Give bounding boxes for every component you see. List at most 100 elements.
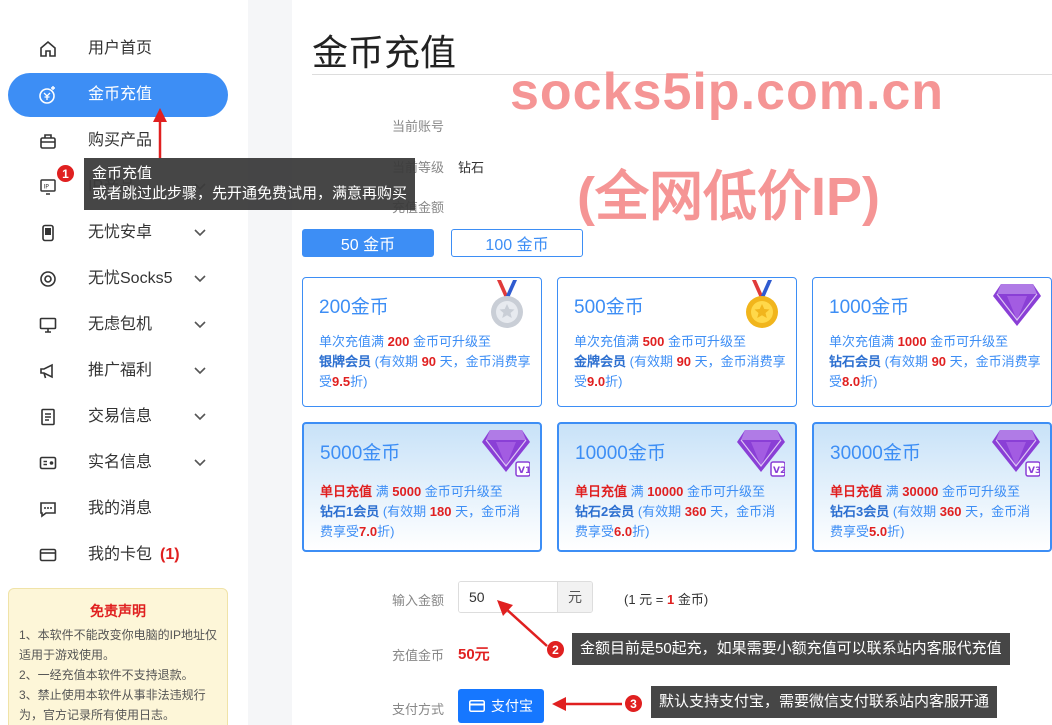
chevron-down-icon: [194, 269, 208, 289]
sidebar-item[interactable]: 实名信息: [8, 441, 228, 485]
package-title: 200金币: [319, 297, 389, 318]
coins-label: 充值金币: [392, 648, 445, 663]
sidebar-item-label: 金币充值: [88, 86, 153, 103]
input-amount-label: 输入金额: [392, 593, 445, 608]
message-icon: [38, 499, 58, 519]
chevron-down-icon: [194, 361, 208, 381]
target-icon: [38, 269, 58, 289]
watermark-tagline: (全网低价IP): [577, 167, 880, 227]
level-value: 钻石: [458, 160, 485, 175]
page-title: 金币充值: [312, 32, 457, 73]
shopping-bag-icon: [38, 131, 58, 151]
package-title: 500金币: [574, 297, 644, 318]
package-title: 30000金币: [830, 443, 921, 464]
card-icon: [38, 545, 58, 565]
recharge-package-card[interactable]: 30000金币单日充值 满 30000 金币可升级至 钻石3会员 (有效期 360…: [812, 422, 1052, 552]
diamond-icon: [993, 280, 1041, 332]
svg-text:V3: V3: [1028, 466, 1040, 476]
disclaimer-title: 免责声明: [90, 603, 146, 619]
watermark-url: socks5ip.com.cn: [510, 63, 945, 121]
sidebar-item-label: 我的消息: [88, 500, 153, 517]
disclaimer-line: 1、本软件不能改变你电脑的IP地址仅适用于游戏使用。: [19, 628, 218, 662]
package-description: 单日充值 满 10000 金币可升级至 钻石2会员 (有效期 360 天，金币消费…: [575, 484, 776, 539]
phone-icon: [38, 223, 58, 243]
ip-icon: IP: [38, 177, 58, 197]
svg-text:V1: V1: [518, 466, 530, 476]
id-card-icon: [38, 453, 58, 473]
step-badge-3: 3: [624, 694, 643, 713]
diamond-v3-icon: V3: [992, 426, 1041, 478]
megaphone-icon: [38, 361, 58, 381]
recharge-package-card[interactable]: 5000金币单日充值 满 5000 金币可升级至 钻石1会员 (有效期 180 天…: [302, 422, 542, 552]
sidebar: 用户首页金币充值购买产品IPIP产品无忧安卓无忧Socks5无虑包机推广福利交易…: [0, 0, 248, 725]
disclaimer-box: 免责声明 1、本软件不能改变你电脑的IP地址仅适用于游戏使用。 2、一经充值本软…: [8, 588, 228, 725]
sidebar-item[interactable]: 我的消息: [8, 487, 228, 531]
sidebar-item-label: 购买产品: [88, 132, 153, 149]
sidebar-item[interactable]: 推广福利: [8, 349, 228, 393]
sidebar-item-label: 实名信息: [88, 454, 153, 471]
arrow-step2: [497, 600, 548, 647]
chevron-down-icon: [194, 453, 208, 473]
coin-recharge-icon: [38, 85, 58, 105]
home-icon: [38, 39, 58, 59]
package-description: 单次充值满 200 金币可升级至 银牌会员 (有效期 90 天，金币消费享受9.5…: [319, 334, 531, 389]
card-icon: [469, 700, 485, 712]
sidebar-item-label: 交易信息: [88, 408, 153, 425]
sidebar-item-label: 我的卡包: [88, 546, 153, 563]
sidebar-item[interactable]: 无虑包机: [8, 303, 228, 347]
amount-50-button[interactable]: 50 金币: [302, 229, 434, 257]
chevron-down-icon: [194, 315, 208, 335]
package-description: 单次充值满 1000 金币可升级至 钻石会员 (有效期 90 天，金币消费享受8.…: [829, 334, 1041, 389]
sidebar-item[interactable]: 用户首页: [8, 27, 228, 71]
sidebar-item[interactable]: 交易信息: [8, 395, 228, 439]
gold-medal-icon: [738, 280, 786, 332]
package-title: 5000金币: [320, 443, 401, 464]
sidebar-item-label: 无忧Socks5: [88, 270, 173, 287]
alipay-label: 支付宝: [491, 698, 533, 714]
silver-medal-icon: [483, 280, 531, 332]
diamond-v1-icon: V1: [482, 426, 531, 478]
package-description: 单次充值满 500 金币可升级至 金牌会员 (有效期 90 天，金币消费享受9.0…: [574, 334, 786, 389]
chevron-down-icon: [194, 223, 208, 243]
package-title: 1000金币: [829, 297, 910, 318]
sidebar-item[interactable]: 无忧安卓: [8, 211, 228, 255]
chevron-down-icon: [194, 407, 208, 427]
recharge-package-card[interactable]: 200金币单次充值满 200 金币可升级至 银牌会员 (有效期 90 天，金币消费…: [302, 277, 542, 407]
sidebar-item[interactable]: 我的卡包 (1): [8, 533, 228, 577]
card-count-badge: (1): [160, 546, 180, 563]
sidebar-item[interactable]: 金币充值: [8, 73, 228, 117]
sidebar-item-label: 用户首页: [88, 40, 153, 57]
document-icon: [38, 407, 58, 427]
amount-unit: 元: [557, 582, 592, 612]
sidebar-item-label: 无忧安卓: [88, 224, 153, 241]
pay-method-label: 支付方式: [392, 702, 445, 717]
step-badge-1: 1: [56, 164, 75, 183]
package-title: 10000金币: [575, 443, 666, 464]
coins-value: 50元: [458, 646, 490, 663]
recharge-package-card[interactable]: 1000金币单次充值满 1000 金币可升级至 钻石会员 (有效期 90 天，金币…: [812, 277, 1052, 407]
package-description: 单日充值 满 5000 金币可升级至 钻石1会员 (有效期 180 天，金币消费享…: [320, 484, 521, 539]
svg-text:IP: IP: [44, 184, 50, 191]
sidebar-item[interactable]: 无忧Socks5: [8, 257, 228, 301]
svg-text:V2: V2: [773, 466, 785, 476]
arrow-step1: [153, 108, 167, 158]
disclaimer-line: 3、禁止使用本软件从事非法违规行为，官方记录所有使用日志。: [19, 688, 206, 722]
sidebar-item-label: 推广福利: [88, 362, 153, 379]
recharge-package-card[interactable]: 500金币单次充值满 500 金币可升级至 金牌会员 (有效期 90 天，金币消费…: [557, 277, 797, 407]
sidebar-item-label: 无虑包机: [88, 316, 153, 333]
arrow-step3: [552, 697, 622, 711]
tooltip-step3: 默认支持支付宝，需要微信支付联系站内客服开通: [651, 686, 998, 718]
tooltip-step2: 金额目前是50起充，如果需要小额充值可以联系站内客服代充值: [572, 633, 1010, 665]
amount-100-button[interactable]: 100 金币: [451, 229, 583, 257]
main-content: 金币充值 当前账号 当前等级 钻石 充值金额 50 金币 100 金币 200金…: [292, 0, 1052, 725]
sidebar-item[interactable]: 购买产品: [8, 119, 228, 163]
sidebar-item-label-group: 我的卡包 (1): [88, 545, 180, 565]
package-description: 单日充值 满 30000 金币可升级至 钻石3会员 (有效期 360 天，金币消费…: [830, 484, 1031, 539]
exchange-rate: (1 元 = 1 金币): [624, 592, 709, 607]
diamond-v2-icon: V2: [737, 426, 786, 478]
alipay-button[interactable]: 支付宝: [458, 689, 544, 723]
recharge-package-card[interactable]: 10000金币单日充值 满 10000 金币可升级至 钻石2会员 (有效期 360…: [557, 422, 797, 552]
monitor-icon: [38, 315, 58, 335]
disclaimer-line: 2、一经充值本软件不支持退款。: [19, 668, 194, 682]
account-label: 当前账号: [392, 119, 445, 134]
